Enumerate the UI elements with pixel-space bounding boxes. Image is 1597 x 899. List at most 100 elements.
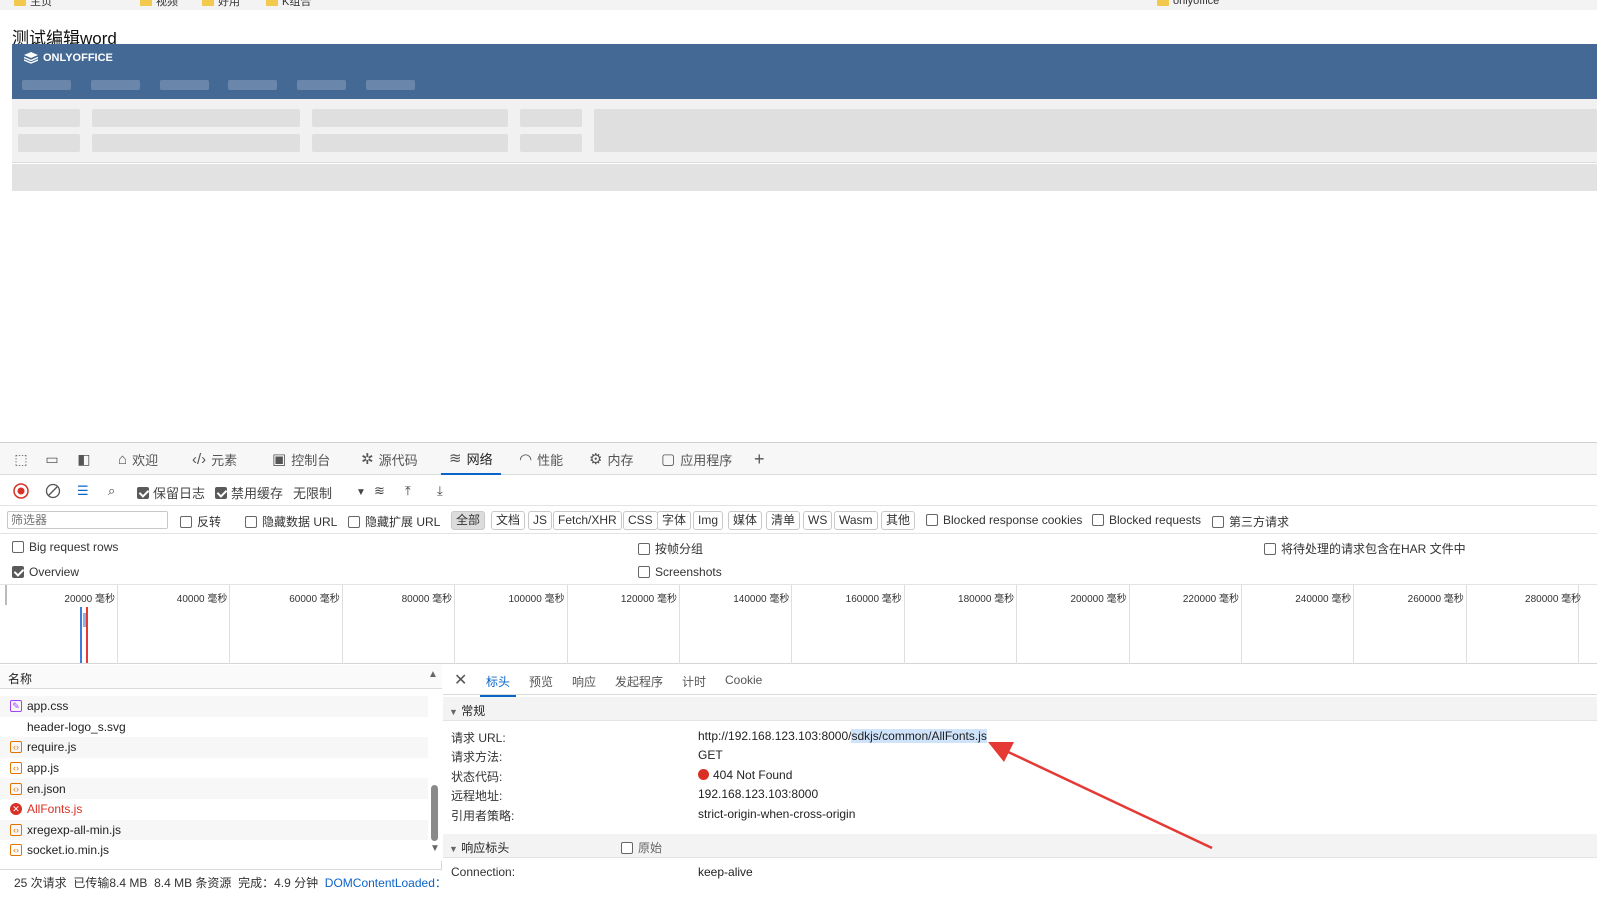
group-by-frame-checkbox[interactable]: 按帧分组 (638, 540, 703, 557)
inspect-icon[interactable]: ⬚ (13, 452, 29, 466)
timeline-tick: 40000 毫秒 (177, 585, 231, 664)
upload-icon: ⤒ (405, 483, 411, 498)
record-icon (13, 483, 29, 499)
request-row[interactable]: header-logo_s.svg (0, 717, 428, 738)
tab-response[interactable]: 响应 (572, 673, 596, 690)
bookmark-item[interactable]: 主页 (14, 0, 52, 8)
tab-network[interactable]: ≋ 网络 (441, 443, 501, 475)
scroll-down-icon[interactable]: ▼ (430, 843, 440, 854)
timeline-tick: 200000 毫秒 (1070, 585, 1130, 664)
blocked-requests-checkbox[interactable]: Blocked requests (1092, 513, 1201, 527)
bookmark-item[interactable]: 好用 (202, 0, 240, 8)
filter-chip-other[interactable]: 其他 (881, 511, 916, 530)
har-pending-checkbox[interactable]: 将待处理的请求包含在HAR 文件中 (1264, 540, 1466, 557)
add-tab-button[interactable]: + (754, 443, 765, 475)
scroll-thumb[interactable] (431, 785, 438, 841)
request-row[interactable]: ✕ AllFonts.js (0, 799, 428, 820)
hide-extension-url-checkbox[interactable]: 隐藏扩展 URL (348, 513, 440, 530)
request-url-value: http://192.168.123.103:8000/sdkjs/common… (698, 729, 987, 743)
request-list-header: 名称 ▲ (0, 665, 442, 689)
close-icon[interactable]: ✕ (454, 670, 467, 690)
filter-chip-wasm[interactable]: Wasm (834, 511, 878, 530)
clear-button[interactable] (45, 483, 61, 499)
tab-initiator[interactable]: 发起程序 (615, 673, 663, 690)
throttling-select[interactable]: 无限制 ▼ (293, 483, 366, 502)
export-har-button[interactable]: ⤓ (437, 483, 443, 499)
tab-cookies[interactable]: Cookie (725, 673, 762, 687)
request-row[interactable]: ‹› xregexp-all-min.js (0, 819, 428, 841)
timeline-tick: 120000 毫秒 (621, 585, 680, 664)
tab-preview[interactable]: 预览 (529, 673, 553, 690)
header-key: 引用者策略: (451, 809, 515, 823)
dcl-marker (80, 607, 82, 663)
search-button[interactable]: ⌕ (108, 483, 115, 499)
preserve-log-checkbox[interactable]: 保留日志 (137, 483, 205, 502)
filter-chip-doc[interactable]: 文档 (491, 511, 526, 530)
filter-chip-css[interactable]: CSS (623, 511, 658, 530)
wifi-icon: ≋ (449, 450, 462, 467)
js-file-icon: ‹› (10, 844, 22, 857)
big-rows-checkbox[interactable]: Big request rows (12, 540, 118, 554)
raw-checkbox[interactable]: 原始 (621, 839, 662, 856)
name-column-header[interactable]: 名称 (8, 670, 32, 687)
tab-performance[interactable]: ◠ 性能 (519, 443, 563, 475)
scrollbar[interactable] (428, 689, 442, 861)
filter-chip-js[interactable]: JS (528, 511, 553, 530)
record-button[interactable] (13, 483, 29, 499)
request-row[interactable]: ✎ app.css (0, 696, 428, 717)
hide-data-url-checkbox[interactable]: 隐藏数据 URL (245, 513, 337, 530)
js-file-icon: ‹› (10, 741, 22, 754)
checkbox-icon (926, 514, 938, 526)
request-row[interactable]: ‹› app.js (0, 758, 428, 779)
filter-chip-media[interactable]: 媒体 (728, 511, 763, 530)
filter-chip-manifest[interactable]: 清单 (766, 511, 801, 530)
console-icon: ▣ (272, 451, 287, 468)
blocked-cookies-checkbox[interactable]: Blocked response cookies (926, 513, 1082, 527)
tab-welcome[interactable]: ⌂ 欢迎 (118, 443, 158, 475)
screenshots-checkbox[interactable]: Screenshots (638, 565, 722, 579)
invert-checkbox[interactable]: 反转 (180, 513, 221, 530)
general-section-header[interactable]: ▼ 常规 (443, 697, 1597, 721)
filter-chip-font[interactable]: 字体 (657, 511, 692, 530)
request-row[interactable]: ‹› socket.io.min.js (0, 840, 428, 861)
tab-application[interactable]: ▢ 应用程序 (661, 443, 732, 475)
page-content: 测试编辑word ONLYOFFICE (4, 10, 1597, 442)
js-file-icon: ‹› (10, 823, 22, 836)
dock-icon[interactable]: ◧ (76, 452, 92, 466)
timeline-handle[interactable] (5, 585, 7, 605)
response-headers-section-header[interactable]: ▼ 响应标头 原始 (443, 834, 1597, 858)
toolbar-placeholder (594, 109, 1597, 152)
bookmark-item[interactable]: onlyoffice (1157, 0, 1219, 8)
tab-timing[interactable]: 计时 (682, 673, 706, 690)
timeline-overview[interactable]: 20000 毫秒 40000 毫秒 60000 毫秒 80000 毫秒 100000 毫… (0, 585, 1597, 664)
expand-arrow-icon: ▼ (449, 844, 458, 854)
timeline-tick: 20000 毫秒 (64, 585, 118, 664)
device-toolbar-icon[interactable]: ▭ (44, 452, 60, 466)
third-party-checkbox[interactable]: 第三方请求 (1212, 513, 1289, 530)
filter-toggle-button[interactable]: ☰ (77, 483, 89, 499)
filter-chip-ws[interactable]: WS (803, 511, 833, 530)
filter-chip-fetch[interactable]: Fetch/XHR (553, 511, 622, 530)
filter-input[interactable] (7, 511, 168, 529)
request-row[interactable]: ‹› require.js (0, 737, 428, 758)
toolbar-placeholder (92, 109, 300, 127)
overview-checkbox[interactable]: Overview (12, 565, 79, 579)
tab-console[interactable]: ▣ 控制台 (272, 443, 330, 475)
tab-elements[interactable]: ‹/› 元素 (192, 443, 237, 475)
bookmark-item[interactable]: K组合 (266, 0, 311, 8)
request-row[interactable]: ‹› en.json (0, 778, 428, 799)
tab-headers[interactable]: 标头 (480, 673, 517, 697)
checkbox-icon (638, 566, 650, 578)
bookmark-item[interactable]: 视频 (140, 0, 178, 8)
filter-chip-img[interactable]: Img (693, 511, 724, 530)
disable-cache-checkbox[interactable]: 禁用缓存 (215, 483, 283, 502)
menu-placeholder (22, 80, 71, 90)
tab-sources[interactable]: ✲ 源代码 (361, 443, 418, 475)
tab-memory[interactable]: ⚙ 内存 (589, 443, 633, 475)
scroll-up-icon[interactable]: ▲ (428, 669, 438, 680)
timeline-tick: 160000 毫秒 (846, 585, 905, 664)
filter-chip-all[interactable]: 全部 (451, 511, 486, 530)
folder-icon (140, 0, 152, 6)
network-conditions-button[interactable]: ≋ (374, 483, 385, 499)
import-har-button[interactable]: ⤒ (405, 483, 411, 499)
